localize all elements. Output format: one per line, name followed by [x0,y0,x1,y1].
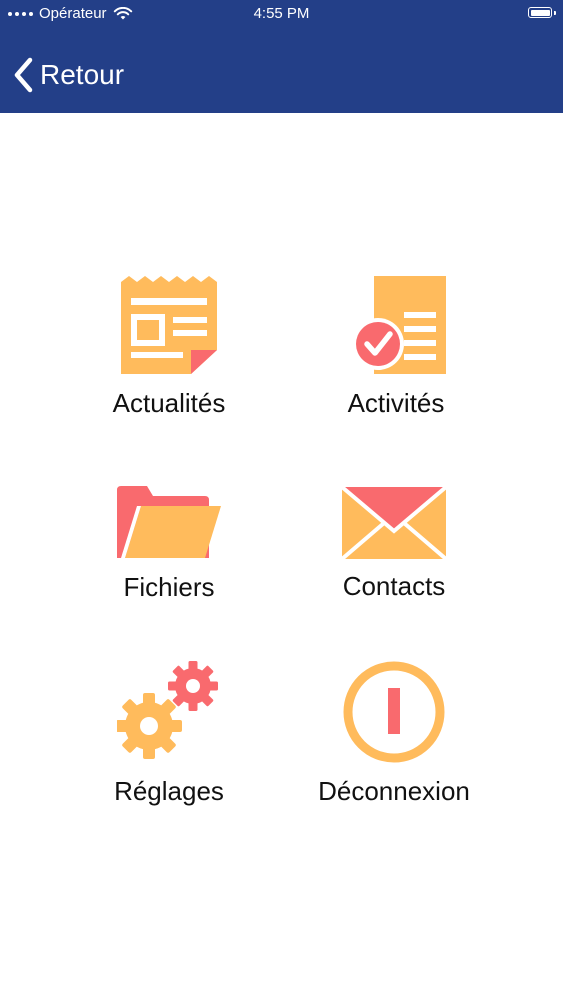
menu-item-label: Fichiers [123,572,215,602]
newspaper-icon [121,276,217,374]
menu-item-label: Réglages [114,776,224,806]
menu-item-label: Activités [347,388,445,418]
menu-item-activites[interactable]: Activités [286,274,506,416]
checked-document-icon [352,276,446,374]
envelope-icon [342,487,446,559]
menu-item-deconnexion[interactable]: Déconnexion [284,660,504,804]
folder-icon [117,486,221,558]
menu-item-label: Actualités [112,388,226,418]
power-icon [343,661,445,763]
menu-grid: Actualités Activités Fichiers Contacts R… [0,0,563,1000]
menu-item-label: Contacts [342,571,446,601]
menu-item-fichiers[interactable]: Fichiers [59,486,279,600]
menu-item-reglages[interactable]: Réglages [59,660,279,804]
menu-item-contacts[interactable]: Contacts [284,487,504,599]
gears-icon [117,661,218,759]
menu-item-actualites[interactable]: Actualités [59,274,279,416]
menu-item-label: Déconnexion [318,776,470,806]
